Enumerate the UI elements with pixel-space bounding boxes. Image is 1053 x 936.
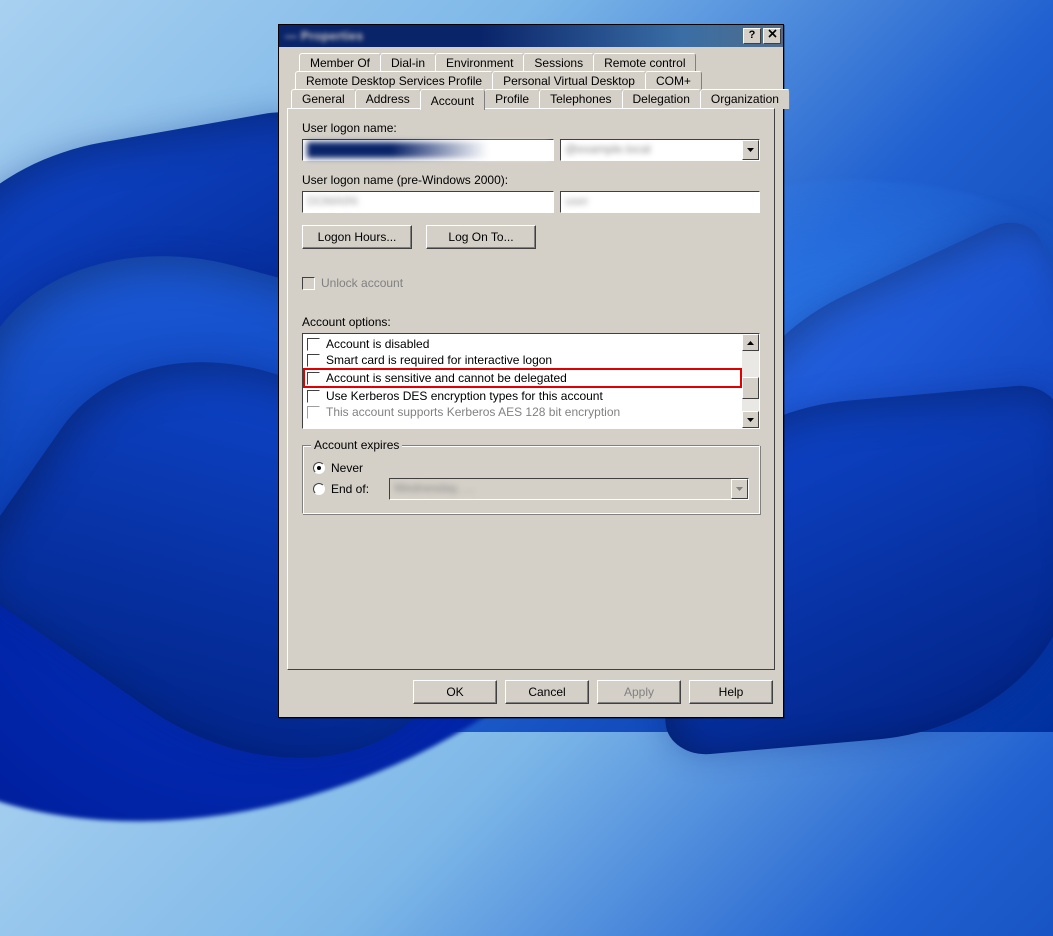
options-scrollbar[interactable] <box>742 334 759 428</box>
opt-des-encryption[interactable]: Use Kerberos DES encryption types for th… <box>305 388 740 404</box>
tab-sessions[interactable]: Sessions <box>523 53 594 72</box>
checkbox-icon[interactable] <box>307 372 320 385</box>
window-title: — Properties <box>281 29 741 43</box>
tab-remote-control[interactable]: Remote control <box>593 53 696 72</box>
logon-hours-button[interactable]: Logon Hours... <box>302 225 412 249</box>
checkbox-icon[interactable] <box>307 338 320 351</box>
chevron-down-icon <box>731 479 748 499</box>
tab-com-plus[interactable]: COM+ <box>645 71 702 90</box>
unlock-account-label: Unlock account <box>321 276 403 290</box>
log-on-to-button[interactable]: Log On To... <box>426 225 536 249</box>
logon-name-input[interactable] <box>302 139 554 161</box>
opt-sensitive-no-delegation[interactable]: Account is sensitive and cannot be deleg… <box>305 370 740 386</box>
account-expires-group: Account expires Never End of: Wednesday,… <box>302 445 760 514</box>
tab-dial-in[interactable]: Dial-in <box>380 53 436 72</box>
radio-end-of[interactable] <box>313 483 325 495</box>
tab-address[interactable]: Address <box>355 89 421 109</box>
tab-general[interactable]: General <box>291 89 356 109</box>
tab-telephones[interactable]: Telephones <box>539 89 622 109</box>
radio-never-label: Never <box>331 461 363 475</box>
close-titlebar-button[interactable] <box>763 28 781 44</box>
ok-button[interactable]: OK <box>413 680 497 704</box>
tab-delegation[interactable]: Delegation <box>622 89 701 109</box>
tab-member-of[interactable]: Member Of <box>299 53 381 72</box>
cancel-button[interactable]: Cancel <box>505 680 589 704</box>
end-of-date-picker: Wednesday, … <box>389 478 749 500</box>
unlock-account-checkbox <box>302 277 315 290</box>
checkbox-icon[interactable] <box>307 354 320 367</box>
tab-organization[interactable]: Organization <box>700 89 790 109</box>
upn-suffix-combo[interactable]: @example.local <box>560 139 760 161</box>
checkbox-icon[interactable] <box>307 406 320 419</box>
tab-account[interactable]: Account <box>420 89 485 110</box>
chevron-up-icon <box>747 341 754 345</box>
scroll-thumb[interactable] <box>742 377 759 399</box>
account-options-label: Account options: <box>302 315 760 329</box>
tab-profile[interactable]: Profile <box>484 89 540 109</box>
account-options-list: Account is disabled Smart card is requir… <box>302 333 760 429</box>
chevron-down-icon <box>747 418 754 422</box>
tab-pvd[interactable]: Personal Virtual Desktop <box>492 71 646 90</box>
pre2000-user-input[interactable]: user <box>560 191 760 213</box>
scroll-down-button[interactable] <box>742 411 759 428</box>
tab-rds-profile[interactable]: Remote Desktop Services Profile <box>295 71 493 90</box>
radio-end-of-label: End of: <box>331 482 383 496</box>
chevron-down-icon[interactable] <box>742 140 759 160</box>
close-icon <box>768 29 777 38</box>
properties-dialog: — Properties ? Member Of Dial-in Environ… <box>278 24 784 718</box>
scroll-track[interactable] <box>742 351 759 411</box>
tab-body-account: User logon name: @example.local User log… <box>287 108 775 670</box>
opt-smartcard-required[interactable]: Smart card is required for interactive l… <box>305 352 740 368</box>
radio-never[interactable] <box>313 462 325 474</box>
account-expires-caption: Account expires <box>311 438 402 452</box>
help-titlebar-button[interactable]: ? <box>743 28 761 44</box>
help-button[interactable]: Help <box>689 680 773 704</box>
pre2000-domain-input[interactable]: DOMAIN\ <box>302 191 554 213</box>
opt-account-disabled[interactable]: Account is disabled <box>305 336 740 352</box>
titlebar[interactable]: — Properties ? <box>279 25 783 47</box>
tab-environment[interactable]: Environment <box>435 53 524 72</box>
opt-aes128[interactable]: This account supports Kerberos AES 128 b… <box>305 404 740 420</box>
apply-button[interactable]: Apply <box>597 680 681 704</box>
scroll-up-button[interactable] <box>742 334 759 351</box>
checkbox-icon[interactable] <box>307 390 320 403</box>
logon-name-label: User logon name: <box>302 121 760 135</box>
pre2000-label: User logon name (pre-Windows 2000): <box>302 173 760 187</box>
tabstrip: Member Of Dial-in Environment Sessions R… <box>287 53 775 670</box>
